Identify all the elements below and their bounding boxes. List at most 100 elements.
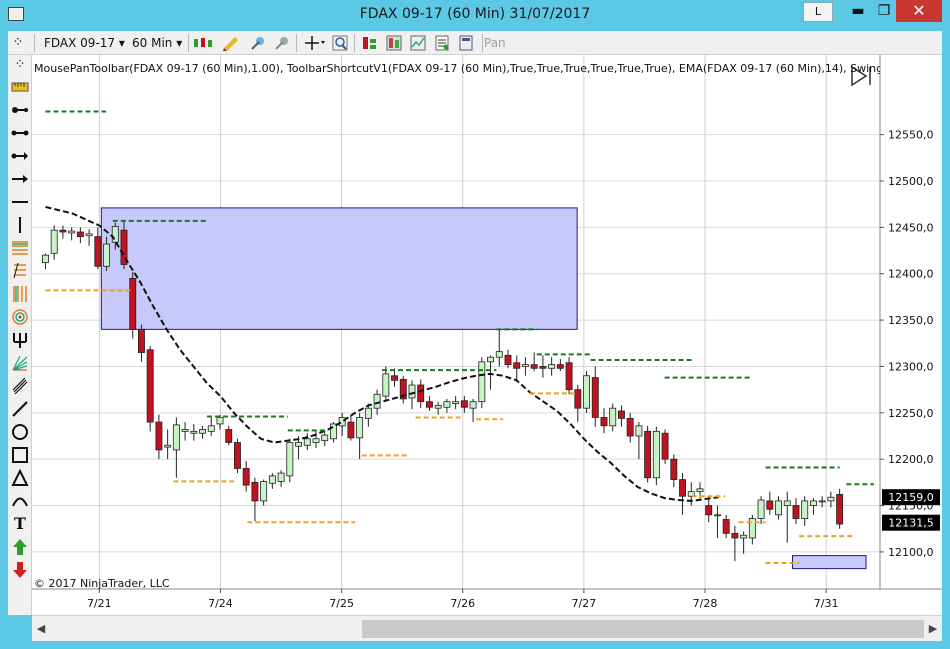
candle-up xyxy=(111,226,119,243)
candle-up xyxy=(809,500,817,506)
properties-icon[interactable] xyxy=(434,35,450,51)
window-border xyxy=(0,641,950,649)
candle-up xyxy=(583,375,590,409)
candle-up xyxy=(478,361,486,403)
price-marker-label: 12159,0 xyxy=(888,491,934,504)
crosshair-icon[interactable] xyxy=(304,35,326,51)
drawing-tool-pencil-icon[interactable] xyxy=(221,35,243,51)
toolbar-separator xyxy=(34,34,35,52)
drag-handle-icon[interactable]: ⁘ xyxy=(10,55,30,75)
pan-button[interactable]: Pan xyxy=(484,34,506,52)
arrow-down-icon[interactable] xyxy=(10,560,30,580)
candle-up xyxy=(548,364,556,369)
arc-icon[interactable] xyxy=(10,491,30,511)
strategy-icon[interactable] xyxy=(274,35,290,51)
chevron-down-icon: ▾ xyxy=(176,36,183,50)
text-tool-icon[interactable]: T xyxy=(10,514,30,534)
candle-down xyxy=(722,519,730,534)
trend-channel-icon[interactable] xyxy=(10,399,30,419)
candle-up xyxy=(303,438,311,446)
candle-up xyxy=(268,475,276,484)
zoom-icon[interactable] xyxy=(332,35,348,51)
chart-panel[interactable]: 12550,0 12500,0 12450,0 12400,0 12350,0 12300… xyxy=(32,55,942,615)
fibonacci-time-icon[interactable] xyxy=(10,284,30,304)
candle-up xyxy=(434,404,442,409)
scroll-thumb[interactable] xyxy=(362,620,924,638)
y-tick-label: 12350,0 xyxy=(888,314,934,327)
maximize-button[interactable]: ❐ xyxy=(874,2,894,22)
x-tick-label: 7/24 xyxy=(208,597,233,610)
y-tick-label: 12250,0 xyxy=(888,407,934,420)
candle-up xyxy=(469,401,477,409)
x-tick-label: 7/28 xyxy=(693,597,718,610)
vertical-line-icon[interactable] xyxy=(10,215,30,235)
drawing-toolbar: ⁘ T xyxy=(8,55,32,615)
candle-up xyxy=(216,417,224,425)
candle-up xyxy=(443,401,451,408)
bar-type-icon[interactable] xyxy=(192,35,214,51)
line-icon[interactable] xyxy=(10,123,30,143)
fibonacci-extension-icon[interactable] xyxy=(10,261,30,281)
minimize-button[interactable]: ▬ xyxy=(848,2,868,22)
supply-demand-zone xyxy=(792,555,867,570)
interval-selector[interactable]: 60 Min ▾ xyxy=(132,34,182,52)
candle-down xyxy=(513,362,521,369)
candle-up xyxy=(740,534,748,539)
candle-down xyxy=(556,364,564,369)
gann-fan-icon[interactable] xyxy=(10,353,30,373)
candle-down xyxy=(425,401,433,408)
data-box-icon[interactable] xyxy=(386,35,402,51)
candle-down xyxy=(766,500,774,510)
candle-up xyxy=(207,425,215,432)
link-button[interactable]: L xyxy=(803,2,833,22)
horizontal-line-icon[interactable] xyxy=(10,192,30,212)
y-tick-label: 12400,0 xyxy=(888,268,934,281)
ellipse-icon[interactable] xyxy=(10,422,30,442)
horizontal-scrollbar[interactable]: ◀ ▶ xyxy=(32,615,942,641)
fibonacci-circle-icon[interactable] xyxy=(10,307,30,327)
risk-reward-icon[interactable] xyxy=(10,100,30,120)
triangle-icon[interactable] xyxy=(10,468,30,488)
rectangle-icon[interactable] xyxy=(10,445,30,465)
arrow-up-icon[interactable] xyxy=(10,537,30,557)
candle-down xyxy=(347,421,355,439)
candle-down xyxy=(661,432,669,460)
candle-down xyxy=(530,364,538,369)
drag-handle-icon[interactable]: ⁘ xyxy=(10,35,26,51)
candle-up xyxy=(68,230,76,234)
template-icon[interactable] xyxy=(458,35,474,51)
indicator-add-icon[interactable] xyxy=(250,35,266,51)
fibonacci-retracement-icon[interactable] xyxy=(10,238,30,258)
candle-up xyxy=(181,429,189,432)
close-button[interactable]: ✕ xyxy=(896,0,942,22)
scroll-left-arrow-icon[interactable]: ◀ xyxy=(34,621,48,637)
candle-up xyxy=(818,500,826,503)
candle-up xyxy=(338,417,346,427)
x-tick-label: 7/26 xyxy=(450,597,475,610)
extended-line-icon[interactable] xyxy=(10,169,30,189)
instrument-selector[interactable]: FDAX 09-17 ▾ xyxy=(44,34,125,52)
candle-down xyxy=(600,417,608,427)
x-tick-label: 7/25 xyxy=(329,597,354,610)
chart-trader-icon[interactable] xyxy=(362,35,378,51)
ray-icon[interactable] xyxy=(10,146,30,166)
candle-up xyxy=(452,401,460,404)
price-chart[interactable]: 12550,0 12500,0 12450,0 12400,0 12350,0 12300… xyxy=(32,55,942,615)
candle-down xyxy=(792,505,800,519)
candle-up xyxy=(199,429,207,434)
candle-down xyxy=(59,229,67,233)
candle-down xyxy=(138,328,145,353)
chart-style-icon[interactable] xyxy=(410,35,426,51)
instrument-label: FDAX 09-17 xyxy=(44,36,116,50)
scroll-right-arrow-icon[interactable]: ▶ xyxy=(926,621,940,637)
y-tick-label: 12500,0 xyxy=(888,175,934,188)
candle-up xyxy=(42,254,49,264)
copyright-text: © 2017 NinjaTrader, LLC xyxy=(34,577,170,590)
candle-up xyxy=(50,229,58,254)
candle-up xyxy=(329,423,337,440)
candle-down xyxy=(644,430,652,479)
pitchfork-icon[interactable] xyxy=(10,330,30,350)
candle-up xyxy=(286,442,294,477)
ruler-icon[interactable] xyxy=(10,77,30,97)
regression-channel-icon[interactable] xyxy=(10,376,30,396)
